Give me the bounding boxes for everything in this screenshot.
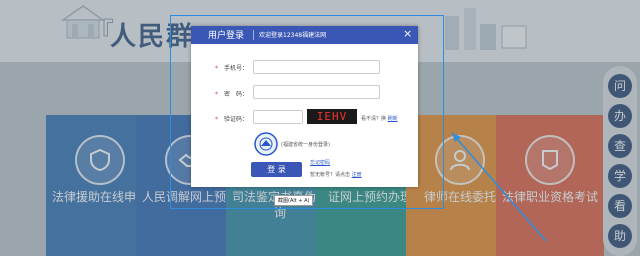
annotation-arrow-icon xyxy=(451,132,547,242)
